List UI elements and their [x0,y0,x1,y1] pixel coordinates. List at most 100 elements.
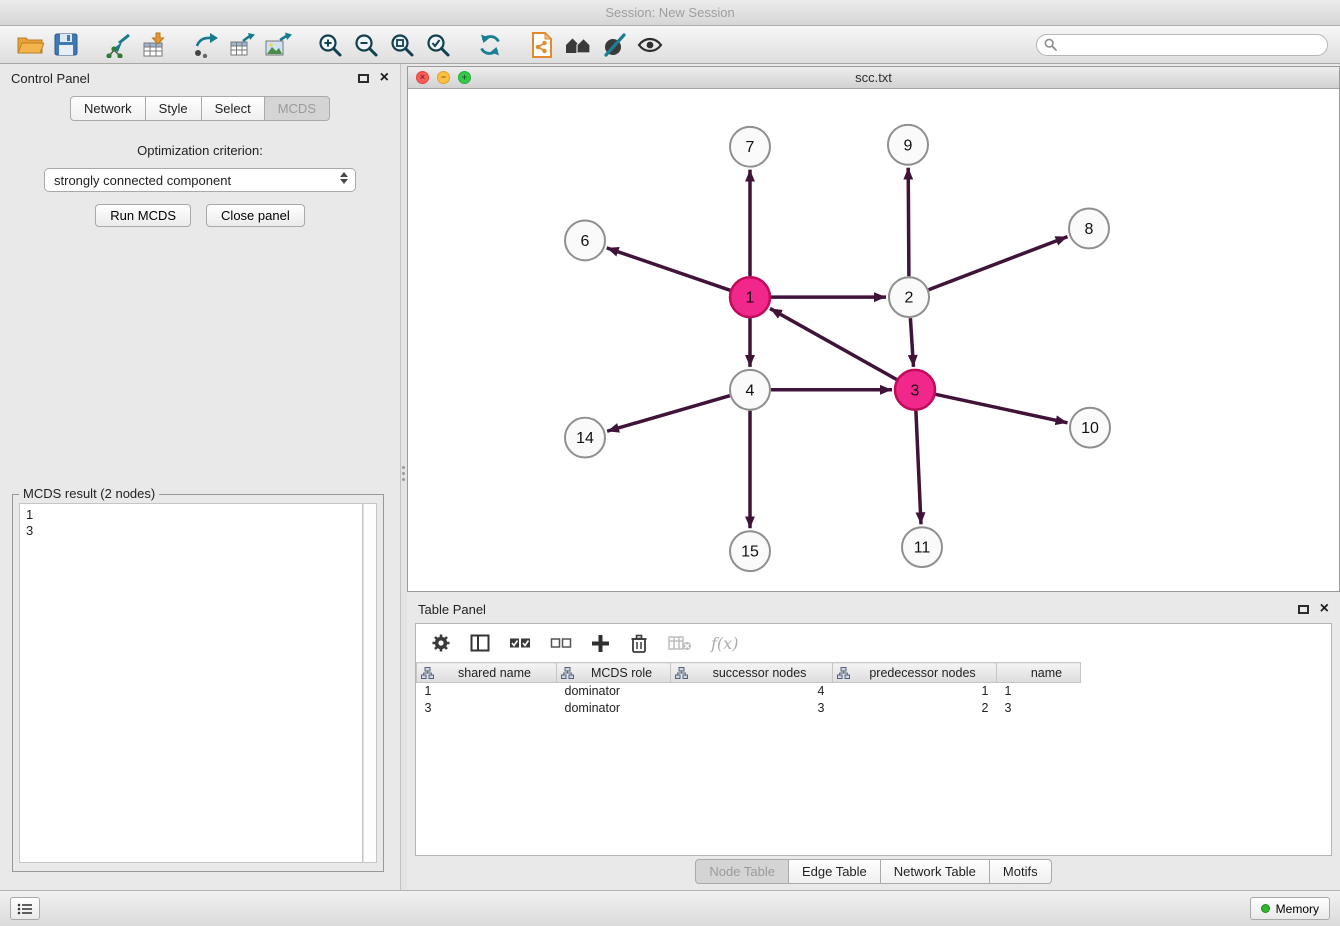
network-file-button[interactable] [524,29,560,61]
column-header-mcds-role[interactable]: MCDS role [557,663,671,683]
export-network-button[interactable] [188,29,224,61]
mcds-result-list[interactable]: 1 3 [19,503,363,863]
memory-button[interactable]: Memory [1250,897,1330,920]
show-columns-button[interactable] [470,633,490,653]
tab-mcds[interactable]: MCDS [265,96,330,121]
tab-network-table[interactable]: Network Table [881,859,990,884]
delete-column-button[interactable] [629,633,649,654]
network-window-titlebar[interactable]: × − + scc.txt [408,67,1339,89]
network-canvas[interactable]: 7 9 6 8 1 2 4 3 14 10 15 11 [408,89,1339,591]
edge-4-14[interactable] [607,396,730,432]
float-table-panel-icon[interactable] [1298,605,1309,614]
tab-motifs[interactable]: Motifs [990,859,1052,884]
close-panel-button[interactable]: Close panel [206,204,305,227]
node-9[interactable]: 9 [888,125,928,165]
table-cell[interactable]: 3 [417,700,557,717]
edge-1-6[interactable] [607,248,731,290]
show-hide-button[interactable] [632,29,668,61]
run-mcds-button[interactable]: Run MCDS [95,204,191,227]
tab-select[interactable]: Select [202,96,265,121]
node-6[interactable]: 6 [565,220,605,260]
column-type-icon [837,667,850,679]
import-table-button[interactable] [136,29,172,61]
table-cell[interactable]: 4 [671,683,833,700]
apply-layout-button[interactable] [472,29,508,61]
node-label: 14 [576,430,594,447]
export-image-button[interactable] [260,29,296,61]
delete-table-button[interactable] [668,634,692,652]
table-row[interactable]: 3 dominator 3 2 3 [417,700,1081,717]
table-cell[interactable]: 3 [671,700,833,717]
plus-icon [591,634,610,653]
window-titlebar[interactable]: Session: New Session [0,0,1340,26]
node-2[interactable]: 2 [889,277,929,317]
table-cell[interactable]: 2 [833,700,997,717]
fx-icon: f(x) [711,634,738,653]
column-header-predecessor-nodes[interactable]: predecessor nodes [833,663,997,683]
criterion-dropdown[interactable]: strongly connected component [44,168,356,192]
search-input[interactable] [1062,38,1320,52]
edge-3-11[interactable] [916,411,921,525]
node-label: 3 [911,382,920,399]
close-table-panel-icon[interactable]: × [1320,601,1329,617]
edge-3-1[interactable] [770,308,897,379]
column-header-name[interactable]: name [997,663,1081,683]
node-8[interactable]: 8 [1069,209,1109,249]
node-1[interactable]: 1 [730,277,770,317]
node-label: 9 [904,137,913,154]
result-scrollbar[interactable] [363,503,377,863]
deselect-all-columns-button[interactable] [550,636,572,650]
column-header-successor-nodes[interactable]: successor nodes [671,663,833,683]
network-graph[interactable]: 7 9 6 8 1 2 4 3 14 10 15 11 [408,89,1339,591]
home-button[interactable] [560,29,596,61]
maximize-window-icon[interactable]: + [458,71,471,84]
node-label: 4 [746,382,755,399]
tab-edge-table[interactable]: Edge Table [789,859,881,884]
select-all-columns-button[interactable] [509,636,531,650]
tab-style[interactable]: Style [146,96,202,121]
zoom-out-button[interactable] [348,29,384,61]
edge-2-3[interactable] [910,318,913,367]
edge-2-9[interactable] [908,168,909,277]
node-14[interactable]: 14 [565,418,605,458]
create-column-button[interactable] [591,634,610,653]
table-cell[interactable]: 1 [417,683,557,700]
node-3[interactable]: 3 [895,370,935,410]
table-cell[interactable]: 1 [997,683,1081,700]
zoom-selected-button[interactable] [420,29,456,61]
save-session-button[interactable] [48,29,84,61]
task-history-button[interactable] [10,897,40,920]
minimize-window-icon[interactable]: − [437,71,450,84]
search-field[interactable] [1036,34,1328,56]
column-header-shared-name[interactable]: shared name [417,663,557,683]
float-panel-icon[interactable] [358,74,369,83]
table-cell[interactable]: 3 [997,700,1081,717]
zoom-fit-button[interactable] [384,29,420,61]
node-label: 8 [1085,221,1094,238]
close-panel-icon[interactable]: × [380,70,389,86]
style-button[interactable] [596,29,632,61]
function-builder-button[interactable]: f(x) [711,634,738,653]
node-11[interactable]: 11 [902,527,942,567]
table-cell[interactable]: 1 [833,683,997,700]
mcds-result-title: MCDS result (2 nodes) [19,486,159,501]
node-15[interactable]: 15 [730,531,770,571]
node-10[interactable]: 10 [1070,408,1110,448]
table-cell[interactable]: dominator [557,683,671,700]
table-header-row: shared name MCDS role successor nodes pr… [417,663,1081,683]
close-window-icon[interactable]: × [416,71,429,84]
node-4[interactable]: 4 [730,370,770,410]
export-table-button[interactable] [224,29,260,61]
tab-network[interactable]: Network [70,96,146,121]
edge-2-8[interactable] [929,237,1068,290]
table-cell[interactable]: dominator [557,700,671,717]
node-7[interactable]: 7 [730,127,770,167]
import-network-button[interactable] [100,29,136,61]
open-session-button[interactable] [12,29,48,61]
tab-node-table[interactable]: Node Table [695,859,789,884]
table-row[interactable]: 1 dominator 4 1 1 [417,683,1081,700]
table-settings-button[interactable] [431,633,451,653]
zoom-in-button[interactable] [312,29,348,61]
edge-3-10[interactable] [936,394,1068,422]
node-label: 11 [914,540,931,557]
